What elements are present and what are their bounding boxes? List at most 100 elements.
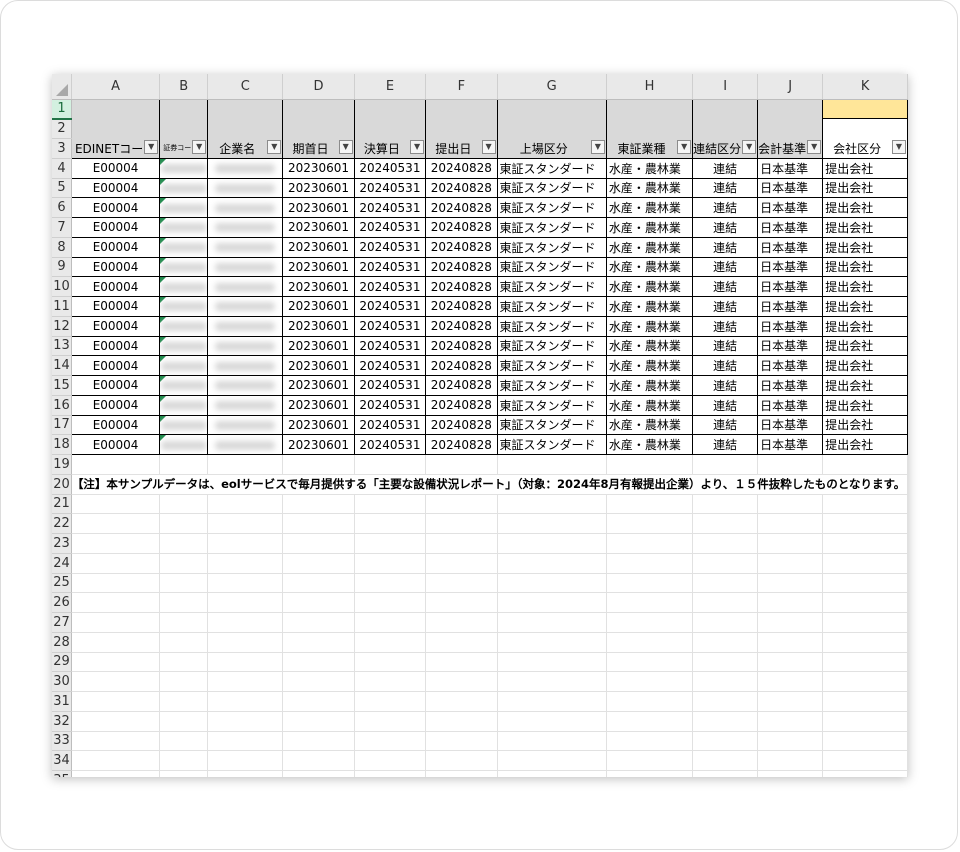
row-header-9[interactable]: 9 bbox=[52, 257, 72, 278]
empty-cell[interactable] bbox=[692, 612, 759, 633]
empty-cell[interactable] bbox=[159, 533, 209, 554]
empty-cell[interactable] bbox=[606, 691, 694, 712]
empty-cell[interactable] bbox=[282, 750, 355, 771]
header-cell-e-1[interactable] bbox=[353, 98, 427, 119]
column-header-g[interactable]: G bbox=[497, 74, 607, 100]
header-cell-b-1[interactable] bbox=[159, 98, 209, 119]
filter-dropdown-icon[interactable]: ▼ bbox=[892, 139, 906, 154]
cell-company_type[interactable]: 提出会社 bbox=[822, 296, 908, 317]
cell-start[interactable]: 20230601 bbox=[282, 296, 355, 317]
empty-cell[interactable] bbox=[425, 750, 498, 771]
cell-standard[interactable]: 日本基準 bbox=[757, 414, 824, 436]
cell-submit[interactable]: 20240828 bbox=[425, 335, 498, 357]
cell-industry[interactable]: 水産・農林業 bbox=[605, 296, 694, 317]
empty-cell[interactable] bbox=[354, 731, 427, 752]
column-header-b[interactable]: B bbox=[159, 74, 209, 100]
empty-cell[interactable] bbox=[822, 454, 908, 475]
cell-submit[interactable]: 20240828 bbox=[425, 197, 498, 218]
cell-standard[interactable]: 日本基準 bbox=[757, 236, 824, 258]
empty-cell[interactable] bbox=[757, 770, 824, 777]
cell-submit[interactable]: 20240828 bbox=[425, 434, 498, 455]
empty-cell[interactable] bbox=[757, 592, 824, 613]
empty-cell[interactable] bbox=[692, 632, 759, 653]
cell-listing[interactable]: 東証スタンダード bbox=[496, 276, 607, 297]
empty-cell[interactable] bbox=[425, 770, 498, 777]
cell-company-name[interactable] bbox=[207, 256, 284, 278]
empty-cell[interactable] bbox=[425, 691, 498, 712]
filter-dropdown-icon[interactable]: ▼ bbox=[481, 139, 496, 154]
cell-industry[interactable]: 水産・農林業 bbox=[605, 394, 694, 416]
cell-edinet[interactable]: E00004 bbox=[70, 197, 161, 218]
empty-cell[interactable] bbox=[207, 750, 284, 771]
empty-cell[interactable] bbox=[282, 731, 355, 752]
empty-cell[interactable] bbox=[354, 533, 427, 554]
cell-company_type[interactable]: 提出会社 bbox=[822, 434, 908, 455]
cell-start[interactable]: 20230601 bbox=[282, 236, 355, 258]
empty-cell[interactable] bbox=[497, 711, 607, 732]
cell-consolidated[interactable]: 連結 bbox=[692, 276, 759, 297]
empty-cell[interactable] bbox=[425, 513, 498, 534]
empty-cell[interactable] bbox=[606, 711, 694, 732]
cell-submit[interactable]: 20240828 bbox=[425, 157, 498, 179]
select-all-corner[interactable] bbox=[52, 74, 72, 100]
cell-end[interactable]: 20240531 bbox=[353, 197, 427, 218]
column-header-e[interactable]: E bbox=[354, 74, 427, 100]
cell-listing[interactable]: 東証スタンダード bbox=[496, 414, 607, 436]
empty-cell[interactable] bbox=[354, 652, 427, 673]
empty-cell[interactable] bbox=[354, 750, 427, 771]
cell-edinet[interactable]: E00004 bbox=[70, 217, 161, 238]
cell-edinet[interactable]: E00004 bbox=[70, 375, 161, 396]
cell-start[interactable]: 20230601 bbox=[282, 434, 355, 455]
cell-company-name[interactable] bbox=[207, 394, 284, 416]
empty-cell[interactable] bbox=[159, 750, 209, 771]
cell-company-name[interactable] bbox=[207, 315, 284, 337]
header-cell-i-1[interactable] bbox=[692, 98, 759, 119]
cell-company_type[interactable]: 提出会社 bbox=[822, 236, 908, 258]
row-header-2[interactable]: 2 bbox=[52, 118, 72, 139]
empty-cell[interactable] bbox=[692, 533, 759, 554]
cell-securities-code[interactable] bbox=[159, 394, 209, 416]
header-cell-j-1[interactable] bbox=[757, 98, 824, 119]
row-header-3[interactable]: 3 bbox=[52, 138, 72, 159]
empty-cell[interactable] bbox=[692, 750, 759, 771]
empty-cell[interactable] bbox=[71, 770, 161, 777]
column-header-i[interactable]: I bbox=[692, 74, 759, 100]
cell-submit[interactable]: 20240828 bbox=[425, 256, 498, 278]
empty-cell[interactable] bbox=[71, 711, 161, 732]
empty-cell[interactable] bbox=[282, 711, 355, 732]
cell-securities-code[interactable] bbox=[159, 335, 209, 357]
empty-cell[interactable] bbox=[606, 533, 694, 554]
empty-cell[interactable] bbox=[71, 612, 161, 633]
cell-company-name[interactable] bbox=[207, 375, 284, 396]
column-header-a[interactable]: A bbox=[71, 74, 161, 100]
empty-cell[interactable] bbox=[159, 770, 209, 777]
row-header-32[interactable]: 32 bbox=[52, 711, 72, 732]
row-header-15[interactable]: 15 bbox=[52, 375, 72, 396]
cell-consolidated[interactable]: 連結 bbox=[692, 315, 759, 337]
empty-cell[interactable] bbox=[425, 711, 498, 732]
empty-cell[interactable] bbox=[757, 671, 824, 692]
cell-listing[interactable]: 東証スタンダード bbox=[496, 375, 607, 396]
empty-cell[interactable] bbox=[822, 770, 908, 777]
row-header-16[interactable]: 16 bbox=[52, 395, 72, 416]
filter-dropdown-icon[interactable]: ▼ bbox=[590, 139, 605, 154]
cell-consolidated[interactable]: 連結 bbox=[692, 296, 759, 317]
empty-cell[interactable] bbox=[71, 691, 161, 712]
empty-cell[interactable] bbox=[606, 770, 694, 777]
empty-cell[interactable] bbox=[606, 454, 694, 475]
header-cell-a-3[interactable]: EDINETコー ▼ bbox=[70, 138, 161, 159]
empty-cell[interactable] bbox=[159, 731, 209, 752]
cell-industry[interactable]: 水産・農林業 bbox=[605, 236, 694, 258]
filter-dropdown-icon[interactable]: ▼ bbox=[410, 139, 425, 154]
cell-submit[interactable]: 20240828 bbox=[425, 414, 498, 436]
cell-company-name[interactable] bbox=[207, 434, 284, 455]
empty-cell[interactable] bbox=[354, 691, 427, 712]
cell-standard[interactable]: 日本基準 bbox=[757, 355, 824, 376]
empty-cell[interactable] bbox=[425, 454, 498, 475]
cell-end[interactable]: 20240531 bbox=[353, 355, 427, 376]
empty-cell[interactable] bbox=[282, 770, 355, 777]
cell-end[interactable]: 20240531 bbox=[353, 375, 427, 396]
cell-standard[interactable]: 日本基準 bbox=[757, 217, 824, 238]
cell-company_type[interactable]: 提出会社 bbox=[822, 177, 908, 199]
cell-securities-code[interactable] bbox=[159, 256, 209, 278]
